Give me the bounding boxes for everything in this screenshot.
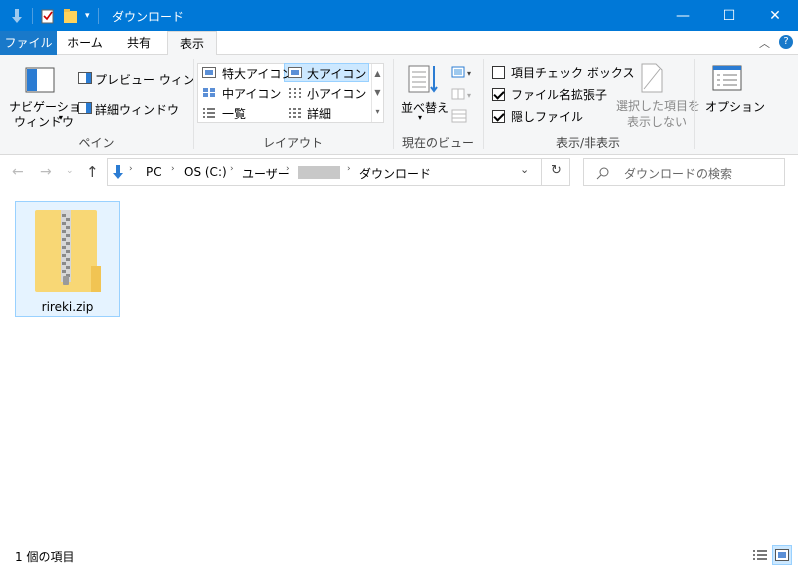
layout-medium[interactable]: 中アイコン xyxy=(222,85,281,102)
details-view-icon xyxy=(289,108,301,118)
refresh-icon[interactable]: ↻ xyxy=(551,163,562,178)
hide-selected-button[interactable]: 選択した項目を xyxy=(616,97,700,114)
up-arrow-icon[interactable]: ↑ xyxy=(86,163,99,181)
options-button[interactable]: オプション xyxy=(705,98,765,115)
forward-arrow-icon[interactable]: → xyxy=(40,164,52,180)
file-extension-label[interactable]: ファイル名拡張子 xyxy=(511,86,607,103)
group-by-icon[interactable]: ▾ xyxy=(451,66,473,79)
svg-text:▾: ▾ xyxy=(467,69,471,78)
layout-gallery-scroll[interactable]: ▲ ▼ ▾ xyxy=(371,64,383,122)
large-icons-icon xyxy=(288,67,302,78)
close-button[interactable]: ✕ xyxy=(752,0,798,31)
search-placeholder: ダウンロードの検索 xyxy=(624,167,733,181)
window-title: ダウンロード xyxy=(112,10,185,24)
file-item[interactable]: rireki.zip xyxy=(15,201,120,317)
item-checkbox-toggle[interactable] xyxy=(492,66,505,79)
properties-icon[interactable] xyxy=(41,8,55,24)
layout-group-label: レイアウト xyxy=(262,136,323,150)
show-hide-group-label: 表示/非表示 xyxy=(555,136,621,150)
breadcrumb-chevron-icon[interactable]: › xyxy=(347,164,351,174)
breadcrumb-users[interactable]: ユーザー xyxy=(242,165,290,182)
navigation-pane-icon xyxy=(25,67,55,93)
current-view-group-label: 現在のビュー xyxy=(401,136,474,150)
list-icon xyxy=(203,108,215,118)
new-folder-icon[interactable] xyxy=(63,8,79,24)
large-icons-view-icon xyxy=(775,549,789,561)
search-box[interactable]: ダウンロードの検索 xyxy=(583,158,785,186)
search-icon xyxy=(596,167,609,180)
tab-home[interactable]: ホーム xyxy=(60,31,110,55)
layout-large[interactable]: 大アイコン xyxy=(307,65,366,82)
sort-by-button[interactable]: 並べ替え xyxy=(401,99,449,116)
breadcrumb-chevron-icon[interactable]: › xyxy=(286,164,290,174)
size-columns-icon[interactable] xyxy=(451,109,467,123)
breadcrumb-downloads[interactable]: ダウンロード xyxy=(359,165,431,182)
address-divider xyxy=(541,159,542,185)
qat-dropdown-icon[interactable]: ▾ xyxy=(85,11,90,21)
hide-selected-icon xyxy=(641,63,663,93)
ribbon: ナビゲーション ウィンドウ ▾ プレビュー ウィンドウ 詳細ウィンドウ ペイン … xyxy=(0,55,798,155)
minimize-button[interactable]: — xyxy=(660,0,706,31)
maximize-button[interactable]: ☐ xyxy=(706,0,752,31)
ribbon-tab-bar: ファイル ホーム 共有 表示 ︿ ? xyxy=(0,31,798,56)
back-arrow-icon[interactable]: ← xyxy=(12,164,24,180)
item-count: 1 個の項目 xyxy=(15,550,75,564)
details-pane-button[interactable]: 詳細ウィンドウ xyxy=(95,101,179,118)
breadcrumb-username-redacted[interactable] xyxy=(298,166,340,179)
tab-view[interactable]: 表示 xyxy=(167,31,217,56)
hidden-files-label[interactable]: 隠しファイル xyxy=(511,108,583,125)
address-bar[interactable]: › PC › OS (C:) › ユーザー › › ダウンロード ⌄ ↻ xyxy=(107,158,570,186)
hidden-files-toggle[interactable] xyxy=(492,110,505,123)
breadcrumb-chevron-icon[interactable]: › xyxy=(129,164,133,174)
sort-dropdown-icon[interactable]: ▾ xyxy=(418,113,422,122)
options-icon xyxy=(712,65,742,91)
file-name: rireki.zip xyxy=(41,300,94,314)
nav-pane-dropdown-icon[interactable]: ▾ xyxy=(59,113,63,122)
breadcrumb-chevron-icon[interactable]: › xyxy=(230,164,234,174)
recent-locations-icon[interactable]: ⌄ xyxy=(66,166,74,176)
svg-text:▾: ▾ xyxy=(467,91,471,100)
help-icon[interactable]: ? xyxy=(779,35,793,49)
item-checkbox-label[interactable]: 項目チェック ボックス xyxy=(511,64,634,81)
add-columns-icon[interactable]: ▾ xyxy=(451,88,473,101)
details-view-toggle-icon[interactable] xyxy=(752,548,768,562)
large-icons-view-toggle[interactable] xyxy=(772,545,792,565)
quick-access-toolbar: ▾ xyxy=(10,7,107,25)
hide-selected-button-2[interactable]: 表示しない xyxy=(627,113,687,130)
collapse-ribbon-icon[interactable]: ︿ xyxy=(759,35,770,51)
layout-list[interactable]: 一覧 xyxy=(222,105,246,122)
pane-group-label: ペイン xyxy=(78,136,115,150)
breadcrumb-os-drive[interactable]: OS (C:) xyxy=(184,165,227,179)
layout-details[interactable]: 詳細 xyxy=(307,105,331,122)
small-icons-icon xyxy=(289,88,301,98)
nav-pane-label-2[interactable]: ウィンドウ xyxy=(14,113,74,130)
status-bar: 1 個の項目 xyxy=(0,542,798,568)
breadcrumb-chevron-icon[interactable]: › xyxy=(171,164,175,174)
file-extension-toggle[interactable] xyxy=(492,88,505,101)
tab-share[interactable]: 共有 xyxy=(114,31,164,55)
sort-by-icon xyxy=(408,65,438,93)
zip-folder-icon xyxy=(35,210,101,292)
medium-icons-icon xyxy=(203,88,215,97)
download-location-icon xyxy=(113,165,123,179)
title-bar: ▾ ダウンロード — ☐ ✕ xyxy=(0,0,798,31)
breadcrumb-pc[interactable]: PC xyxy=(146,165,162,179)
preview-pane-icon xyxy=(78,72,92,84)
layout-small[interactable]: 小アイコン xyxy=(307,85,366,102)
download-arrow-icon[interactable] xyxy=(10,8,24,24)
extra-large-icons-icon xyxy=(202,67,216,78)
group-divider xyxy=(694,59,695,149)
details-pane-icon xyxy=(78,102,92,114)
address-history-dropdown-icon[interactable]: ⌄ xyxy=(520,163,529,176)
layout-extra-large[interactable]: 特大アイコン xyxy=(222,65,293,82)
tab-file[interactable]: ファイル xyxy=(0,31,57,55)
